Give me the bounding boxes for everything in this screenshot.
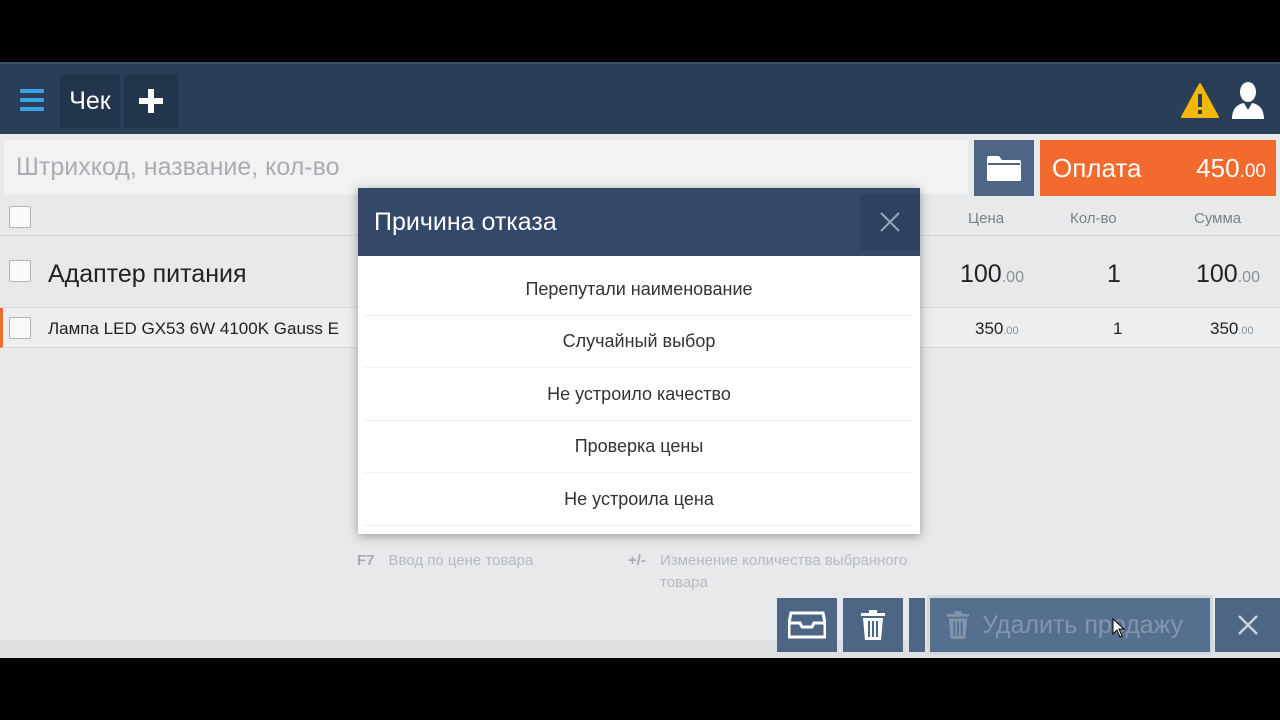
user-icon[interactable] bbox=[1228, 80, 1268, 120]
item-price: 350.00 bbox=[975, 319, 1019, 338]
item-qty: 1 bbox=[1107, 260, 1121, 288]
bottom-button-partial[interactable] bbox=[909, 598, 925, 652]
reason-option[interactable]: Перепутали наименование bbox=[364, 264, 914, 316]
payment-label: Оплата bbox=[1052, 152, 1142, 183]
hint-f7-text: Ввод по цене товара bbox=[388, 552, 534, 569]
catalog-folder-button[interactable] bbox=[974, 140, 1034, 196]
mouse-cursor-icon bbox=[1112, 618, 1126, 638]
payment-amount: 450.00 bbox=[1196, 152, 1266, 183]
close-icon bbox=[1237, 615, 1258, 635]
column-header-qty: Кол-во bbox=[1070, 210, 1117, 227]
dialog-title: Причина отказа bbox=[374, 208, 557, 236]
hint-qty-text: Изменение количества выбранного товара bbox=[660, 552, 908, 591]
hamburger-menu-icon[interactable] bbox=[8, 80, 56, 120]
add-receipt-button[interactable] bbox=[124, 74, 178, 128]
payment-button[interactable]: Оплата 450.00 bbox=[1040, 140, 1276, 196]
reason-option[interactable]: Не устроила цена bbox=[364, 474, 914, 526]
row-checkbox[interactable] bbox=[9, 317, 31, 339]
trash-icon bbox=[946, 611, 970, 639]
warning-icon[interactable] bbox=[1180, 82, 1220, 120]
dialog-close-button[interactable] bbox=[860, 194, 920, 250]
tab-receipt[interactable]: Чек bbox=[60, 74, 120, 128]
reason-option[interactable]: Не устроило качество bbox=[364, 369, 914, 421]
trash-icon bbox=[861, 610, 885, 640]
column-header-sum: Сумма bbox=[1194, 210, 1242, 227]
plus-icon bbox=[139, 89, 163, 113]
delete-item-button[interactable] bbox=[843, 598, 903, 652]
hint-qty-key: +/- bbox=[628, 552, 646, 569]
item-price: 100.00 bbox=[960, 260, 1024, 288]
close-icon bbox=[880, 212, 900, 232]
tab-receipt-label: Чек bbox=[69, 86, 111, 115]
refusal-reason-dialog: Причина отказа Перепутали наименование С… bbox=[358, 188, 920, 534]
select-all-checkbox[interactable] bbox=[9, 206, 31, 228]
item-name: Адаптер питания bbox=[48, 260, 247, 288]
item-name: Лампа LED GX53 6W 4100K Gauss E bbox=[48, 319, 339, 338]
pos-app: Чек Оплата 450.00 Цена К bbox=[0, 62, 1280, 658]
dialog-header: Причина отказа bbox=[358, 188, 920, 256]
row-checkbox[interactable] bbox=[9, 260, 31, 282]
close-delete-button[interactable] bbox=[1215, 598, 1280, 652]
reason-option[interactable]: Случайный выбор bbox=[364, 316, 914, 368]
delete-sale-button[interactable]: Удалить продажу bbox=[930, 598, 1210, 652]
top-bar: Чек bbox=[0, 62, 1280, 134]
column-header-price: Цена bbox=[968, 210, 1005, 227]
item-qty: 1 bbox=[1113, 319, 1123, 338]
hint-f7-key: F7 bbox=[357, 552, 375, 569]
search-input[interactable] bbox=[4, 140, 968, 194]
hint-f7: F7 Ввод по цене товара bbox=[357, 550, 533, 572]
folder-icon bbox=[987, 156, 1021, 181]
reason-option[interactable]: Проверка цены bbox=[364, 421, 914, 473]
item-sum: 350.00 bbox=[1210, 319, 1254, 338]
delete-sale-label: Удалить продажу bbox=[982, 610, 1184, 639]
archive-box-icon bbox=[788, 611, 826, 639]
item-sum: 100.00 bbox=[1196, 260, 1260, 288]
postpone-button[interactable] bbox=[777, 598, 837, 652]
